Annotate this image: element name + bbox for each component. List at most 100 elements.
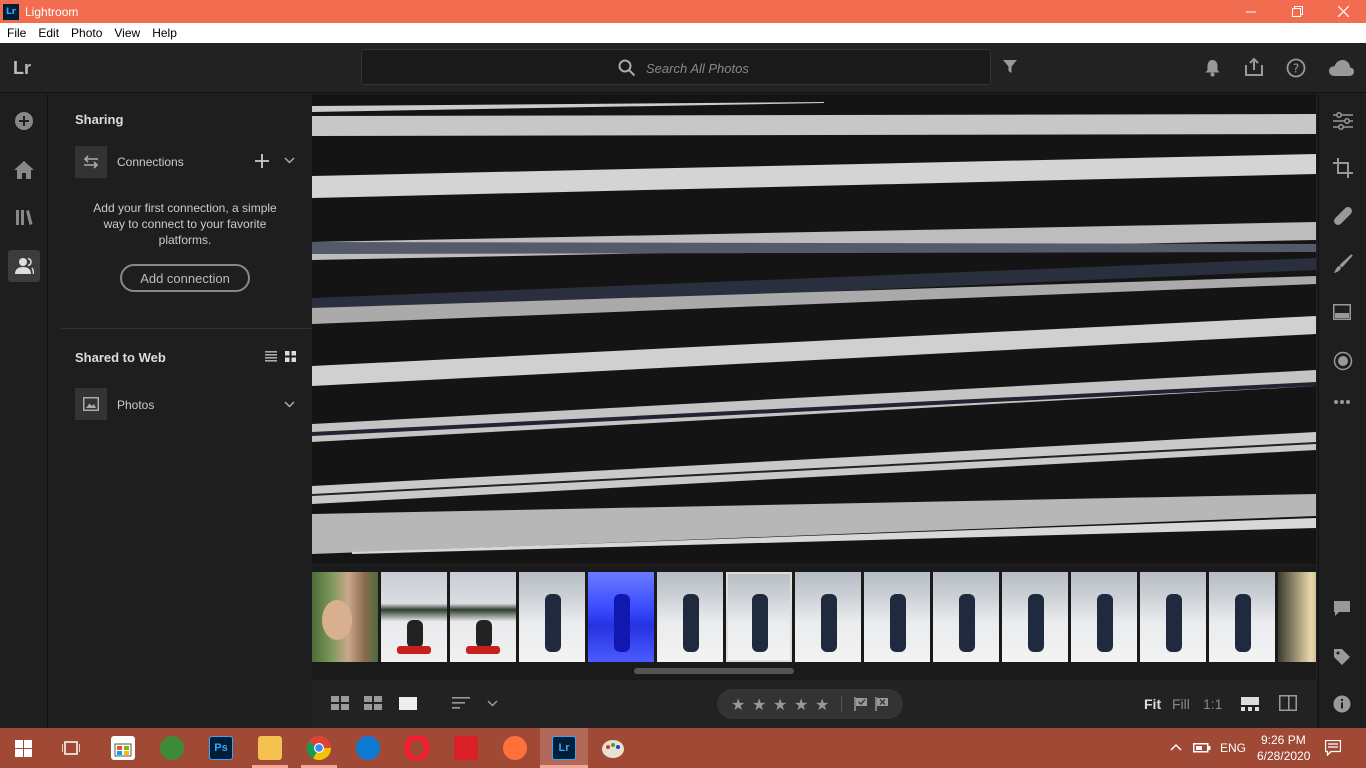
- list-view-icon[interactable]: [265, 351, 277, 362]
- home-icon: [14, 161, 34, 179]
- star-icon[interactable]: ★: [731, 695, 745, 715]
- thumbnail-list: [312, 572, 1316, 662]
- close-button[interactable]: [1320, 0, 1366, 23]
- filmstrip-thumbnail[interactable]: [726, 572, 792, 662]
- thumbnail-subject: [752, 594, 768, 652]
- star-icon[interactable]: ★: [794, 695, 808, 715]
- clock-time[interactable]: 9:26 PM: [1261, 733, 1306, 747]
- linear-gradient-icon[interactable]: [1333, 304, 1351, 320]
- top-toolbar: Lr ?: [0, 43, 1366, 93]
- menu-photo[interactable]: Photo: [65, 26, 108, 40]
- zoom-fill-button[interactable]: Fill: [1172, 696, 1190, 712]
- photo-grid-icon[interactable]: [364, 696, 382, 710]
- filmstrip-thumbnail[interactable]: [519, 572, 585, 662]
- filmstrip-thumbnail[interactable]: [1278, 572, 1316, 662]
- more-options-icon[interactable]: [1333, 399, 1351, 405]
- flag-pick-icon[interactable]: [854, 697, 868, 711]
- info-icon[interactable]: [1333, 695, 1351, 713]
- help-icon[interactable]: ?: [1286, 58, 1306, 78]
- photoshop-icon[interactable]: Ps: [209, 736, 233, 760]
- search-input[interactable]: [646, 58, 966, 78]
- radial-gradient-icon[interactable]: [1333, 351, 1353, 371]
- grid-view-icon[interactable]: [285, 351, 296, 362]
- filmstrip-scrollbar[interactable]: [634, 668, 794, 674]
- android-studio-icon[interactable]: [160, 736, 184, 760]
- filmstrip-thumbnail[interactable]: [795, 572, 861, 662]
- firefox-icon[interactable]: [503, 736, 527, 760]
- close-icon: [1337, 6, 1349, 17]
- main-photo-viewer[interactable]: [312, 94, 1316, 564]
- healing-brush-icon[interactable]: [1333, 206, 1353, 226]
- lightroom-taskbar-icon[interactable]: Lr: [552, 736, 576, 760]
- file-explorer-icon[interactable]: [258, 736, 282, 760]
- compare-view-icon[interactable]: [1279, 695, 1297, 711]
- battery-icon[interactable]: [1193, 741, 1211, 753]
- minimize-button[interactable]: [1228, 0, 1274, 23]
- flag-reject-icon[interactable]: [875, 697, 889, 711]
- menu-edit[interactable]: Edit: [32, 26, 65, 40]
- filmstrip-thumbnail[interactable]: [381, 572, 447, 662]
- brush-icon[interactable]: [1333, 254, 1353, 274]
- store-icon[interactable]: [111, 736, 135, 760]
- filmstrip-thumbnail[interactable]: [1071, 572, 1137, 662]
- language-indicator[interactable]: ENG: [1220, 741, 1246, 755]
- share-icon[interactable]: [1244, 57, 1264, 77]
- add-connection-plus-icon[interactable]: [255, 154, 269, 168]
- chevron-down-icon[interactable]: [284, 157, 295, 164]
- edit-sliders-icon[interactable]: [1333, 112, 1353, 130]
- filmstrip-thumbnail[interactable]: [657, 572, 723, 662]
- filter-icon[interactable]: [1003, 60, 1017, 74]
- connections-help-text: Add your first connection, a simple way …: [93, 201, 277, 247]
- filmstrip-thumbnail[interactable]: [1002, 572, 1068, 662]
- sort-icon[interactable]: [452, 696, 470, 710]
- menu-view[interactable]: View: [108, 26, 146, 40]
- photos-label[interactable]: Photos: [117, 398, 154, 412]
- keyword-tag-icon[interactable]: [1333, 648, 1351, 666]
- star-icon[interactable]: ★: [773, 695, 787, 715]
- filmstrip-thumbnail[interactable]: [1140, 572, 1206, 662]
- sort-chevron-down-icon[interactable]: [487, 700, 498, 707]
- opera-icon[interactable]: [405, 736, 429, 760]
- edge-icon[interactable]: [356, 736, 380, 760]
- paint-icon[interactable]: [601, 736, 625, 760]
- thumbnail-subject: [890, 594, 906, 652]
- filmstrip-toggle-icon[interactable]: [1241, 697, 1259, 711]
- menu-help[interactable]: Help: [146, 26, 183, 40]
- star-icon[interactable]: ★: [815, 695, 829, 715]
- filmstrip[interactable]: [312, 566, 1316, 680]
- comment-icon[interactable]: [1333, 600, 1351, 617]
- restore-button[interactable]: [1274, 0, 1320, 23]
- crop-icon[interactable]: [1333, 158, 1353, 178]
- zoom-1to1-button[interactable]: 1:1: [1203, 696, 1222, 712]
- add-photos-button[interactable]: [8, 105, 40, 137]
- connections-label[interactable]: Connections: [117, 155, 184, 169]
- creative-cloud-icon[interactable]: [454, 736, 478, 760]
- search-box[interactable]: [361, 49, 991, 85]
- filmstrip-thumbnail[interactable]: [864, 572, 930, 662]
- filmstrip-thumbnail[interactable]: [450, 572, 516, 662]
- filmstrip-thumbnail[interactable]: [588, 572, 654, 662]
- square-grid-icon[interactable]: [331, 696, 349, 710]
- add-connection-button[interactable]: Add connection: [120, 264, 250, 292]
- library-button[interactable]: [8, 201, 40, 233]
- home-button[interactable]: [8, 154, 40, 186]
- thumbnail-subject: [1235, 594, 1251, 652]
- windows-start-icon[interactable]: [15, 740, 32, 757]
- cloud-icon[interactable]: [1328, 59, 1355, 77]
- clock-date[interactable]: 6/28/2020: [1257, 749, 1310, 763]
- chrome-icon[interactable]: [307, 736, 331, 760]
- filmstrip-thumbnail[interactable]: [1209, 572, 1275, 662]
- tray-chevron-up-icon[interactable]: [1170, 743, 1182, 751]
- detail-view-icon[interactable]: [399, 697, 417, 710]
- zoom-fit-button[interactable]: Fit: [1144, 696, 1161, 712]
- bell-icon[interactable]: [1204, 59, 1221, 77]
- notifications-icon[interactable]: [1325, 740, 1341, 756]
- sharing-button[interactable]: [8, 250, 40, 282]
- menu-file[interactable]: File: [0, 26, 32, 40]
- filmstrip-thumbnail[interactable]: [933, 572, 999, 662]
- filmstrip-thumbnail[interactable]: [312, 572, 378, 662]
- star-icon[interactable]: ★: [752, 695, 766, 715]
- image-icon: [83, 397, 99, 411]
- chevron-down-icon[interactable]: [284, 401, 295, 408]
- task-view-icon[interactable]: [62, 740, 80, 756]
